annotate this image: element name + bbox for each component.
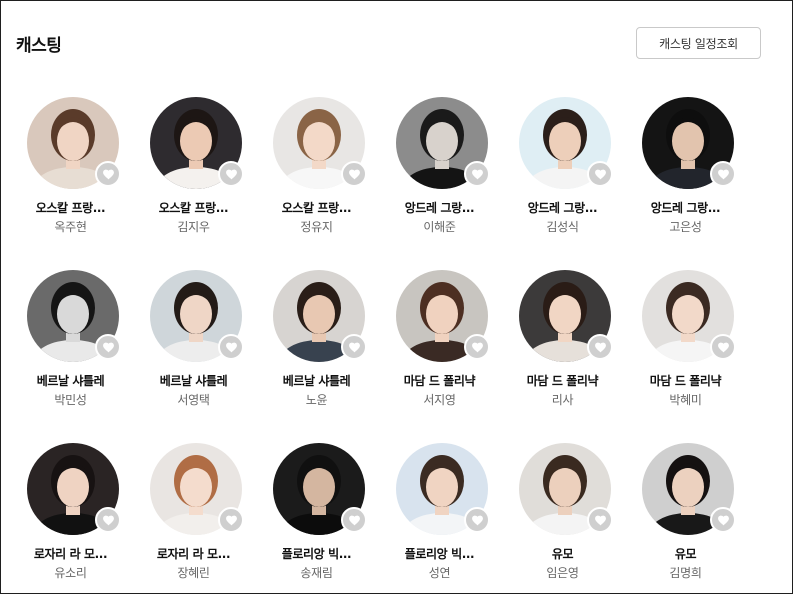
role-name: 베르날 샤틀레	[159, 374, 228, 388]
heart-icon[interactable]	[95, 161, 121, 187]
role-name: 로자리 라 모...	[33, 547, 108, 561]
cast-card[interactable]: 앙드레 그랑... 고은성	[624, 97, 747, 270]
role-name: 오스칼 프랑...	[35, 201, 106, 215]
cast-grid: 오스칼 프랑... 옥주현 오스칼 프랑... 김지우 오스칼 프랑... 정유지 앙드레 …	[9, 97, 749, 616]
heart-icon[interactable]	[710, 161, 736, 187]
cast-card[interactable]: 베르날 샤틀레서영택	[132, 270, 255, 443]
role-name: 베르날 샤틀레	[36, 374, 105, 388]
heart-icon[interactable]	[464, 161, 490, 187]
role-name: 베르날 샤틀레	[282, 374, 351, 388]
section-title: 캐스팅	[16, 36, 62, 56]
role-name: 마담 드 폴리냑	[649, 374, 722, 388]
heart-icon[interactable]	[218, 334, 244, 360]
heart-icon[interactable]	[218, 507, 244, 533]
actor-name[interactable]: 박혜미	[624, 391, 747, 408]
cast-card[interactable]: 플로리앙 빅... 송재림	[255, 443, 378, 616]
cast-card[interactable]: 앙드레 그랑... 김성식	[501, 97, 624, 270]
heart-icon[interactable]	[95, 507, 121, 533]
casting-schedule-button[interactable]: 캐스팅 일정조회	[636, 27, 761, 59]
actor-name[interactable]: 유소리	[9, 564, 132, 581]
role-name: 플로리앙 빅...	[404, 547, 475, 561]
cast-card[interactable]: 유모김명희	[624, 443, 747, 616]
actor-name[interactable]: 이해준	[378, 218, 501, 235]
actor-name[interactable]: 박민성	[9, 391, 132, 408]
cast-card[interactable]: 베르날 샤틀레노윤	[255, 270, 378, 443]
actor-name[interactable]: 정유지	[255, 218, 378, 235]
role-name: 오스칼 프랑...	[158, 201, 229, 215]
actor-name[interactable]: 성연	[378, 564, 501, 581]
actor-name[interactable]: 김성식	[501, 218, 624, 235]
heart-icon[interactable]	[464, 507, 490, 533]
actor-name[interactable]: 김지우	[132, 218, 255, 235]
role-name: 유모	[551, 547, 574, 561]
actor-name[interactable]: 김명희	[624, 564, 747, 581]
heart-icon[interactable]	[341, 334, 367, 360]
role-name: 마담 드 폴리냑	[526, 374, 599, 388]
actor-name[interactable]: 임은영	[501, 564, 624, 581]
actor-name[interactable]: 송재림	[255, 564, 378, 581]
heart-icon[interactable]	[710, 334, 736, 360]
cast-card[interactable]: 마담 드 폴리냑리사	[501, 270, 624, 443]
cast-card[interactable]: 오스칼 프랑... 정유지	[255, 97, 378, 270]
cast-card[interactable]: 베르날 샤틀레박민성	[9, 270, 132, 443]
role-name: 유모	[674, 547, 697, 561]
actor-name[interactable]: 노윤	[255, 391, 378, 408]
cast-card[interactable]: 마담 드 폴리냑서지영	[378, 270, 501, 443]
cast-card[interactable]: 유모임은영	[501, 443, 624, 616]
role-name: 오스칼 프랑...	[281, 201, 352, 215]
heart-icon[interactable]	[341, 507, 367, 533]
role-name: 앙드레 그랑...	[650, 201, 721, 215]
heart-icon[interactable]	[95, 334, 121, 360]
cast-card[interactable]: 오스칼 프랑... 옥주현	[9, 97, 132, 270]
actor-name[interactable]: 옥주현	[9, 218, 132, 235]
heart-icon[interactable]	[464, 334, 490, 360]
role-name: 로자리 라 모...	[156, 547, 231, 561]
cast-card[interactable]: 로자리 라 모... 장혜린	[132, 443, 255, 616]
role-name: 마담 드 폴리냑	[403, 374, 476, 388]
heart-icon[interactable]	[587, 334, 613, 360]
heart-icon[interactable]	[587, 507, 613, 533]
cast-card[interactable]: 플로리앙 빅... 성연	[378, 443, 501, 616]
cast-card[interactable]: 오스칼 프랑... 김지우	[132, 97, 255, 270]
role-name: 앙드레 그랑...	[527, 201, 598, 215]
cast-card[interactable]: 로자리 라 모... 유소리	[9, 443, 132, 616]
role-name: 플로리앙 빅...	[281, 547, 352, 561]
heart-icon[interactable]	[218, 161, 244, 187]
actor-name[interactable]: 서영택	[132, 391, 255, 408]
actor-name[interactable]: 리사	[501, 391, 624, 408]
cast-card[interactable]: 마담 드 폴리냑박혜미	[624, 270, 747, 443]
actor-name[interactable]: 고은성	[624, 218, 747, 235]
actor-name[interactable]: 장혜린	[132, 564, 255, 581]
actor-name[interactable]: 서지영	[378, 391, 501, 408]
heart-icon[interactable]	[710, 507, 736, 533]
heart-icon[interactable]	[587, 161, 613, 187]
casting-panel: 캐스팅 캐스팅 일정조회 오스칼 프랑... 옥주현 오스칼 프랑... 김지우 오스칼…	[0, 0, 793, 594]
cast-card[interactable]: 앙드레 그랑... 이해준	[378, 97, 501, 270]
role-name: 앙드레 그랑...	[404, 201, 475, 215]
heart-icon[interactable]	[341, 161, 367, 187]
